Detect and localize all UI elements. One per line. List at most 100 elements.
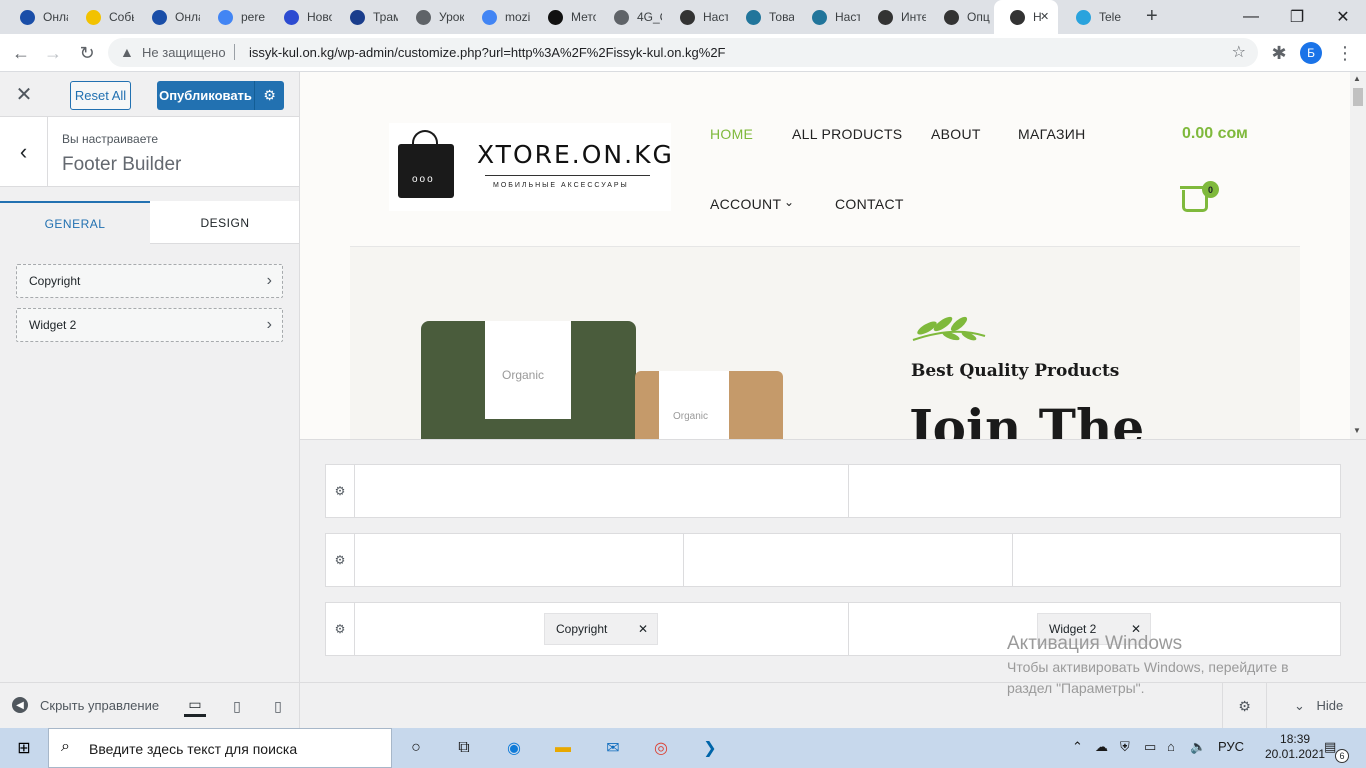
volume-icon[interactable]: 🔈 xyxy=(1190,739,1206,755)
star-icon[interactable]: ☆ xyxy=(1232,42,1246,62)
site-icon xyxy=(1010,10,1025,25)
onedrive-cloud-icon[interactable]: ☁ xyxy=(1095,739,1108,755)
nav-home[interactable]: HOME xyxy=(710,126,753,142)
row-settings-gear-icon[interactable]: ⚙ xyxy=(326,603,355,655)
tablet-preview-icon[interactable]: ▯ xyxy=(226,695,248,717)
task-view-icon[interactable]: ⧉ xyxy=(452,736,476,760)
minimize-button[interactable]: — xyxy=(1228,0,1274,34)
browser-tab[interactable]: Трам xyxy=(334,0,398,34)
preview-scrollbar[interactable]: ▲ ▼ xyxy=(1350,72,1366,439)
close-tab-icon[interactable]: ✕ xyxy=(1040,10,1049,23)
forward-arrow-icon[interactable]: → xyxy=(40,40,66,66)
browser-tab[interactable]: Наст xyxy=(796,0,860,34)
publish-button[interactable]: Опубликовать xyxy=(157,81,254,110)
profile-avatar[interactable]: Б xyxy=(1300,42,1322,64)
builder-cell[interactable] xyxy=(684,534,1013,586)
new-tab-button[interactable]: + xyxy=(1146,5,1158,28)
address-bar[interactable]: ▲ Не защищено issyk-kul.on.kg/wp-admin/c… xyxy=(108,38,1258,67)
menu-kebab-icon[interactable]: ⋮ xyxy=(1332,40,1358,66)
nav-all-products[interactable]: ALL PRODUCTS xyxy=(792,126,902,142)
chevron-down-icon[interactable]: ⌄ xyxy=(784,195,794,209)
publish-settings-gear-icon[interactable]: ⚙ xyxy=(254,81,284,110)
nav-contact[interactable]: CONTACT xyxy=(835,196,904,212)
url-text[interactable]: issyk-kul.on.kg/wp-admin/customize.php?u… xyxy=(249,45,726,60)
browser-tab[interactable]: Онла xyxy=(136,0,200,34)
browser-tab[interactable]: mozi xyxy=(466,0,530,34)
customizer-sidebar: ✕ Reset All Опубликовать ⚙ ‹ Вы настраив… xyxy=(0,72,300,682)
network-icon[interactable]: ⌂ xyxy=(1167,739,1175,754)
builder-cell[interactable] xyxy=(1013,534,1340,586)
security-shield-icon[interactable]: ⛨ xyxy=(1120,739,1130,755)
tab-title: Това xyxy=(769,10,794,24)
chip-label: Copyright xyxy=(556,622,608,636)
hide-controls-button[interactable]: ◀ Скрыть управление xyxy=(12,697,159,713)
browser-tab[interactable]: pere xyxy=(202,0,266,34)
builder-cell[interactable] xyxy=(355,465,849,517)
cart-total[interactable]: 0.00 сом xyxy=(1182,125,1248,143)
row-settings-gear-icon[interactable]: ⚙ xyxy=(326,465,355,517)
cortana-circle-icon[interactable]: ○ xyxy=(404,736,428,760)
browser-tab[interactable]: Tele xyxy=(1060,0,1124,34)
windows-start-icon[interactable]: ⊞ xyxy=(0,728,48,768)
browser-tab[interactable]: Мето xyxy=(532,0,596,34)
nav-account[interactable]: ACCOUNT xyxy=(710,196,781,212)
file-explorer-icon[interactable]: ▬ xyxy=(551,736,575,760)
tab-general[interactable]: GENERAL xyxy=(0,201,150,244)
builder-cell[interactable]: Copyright ✕ xyxy=(355,603,849,655)
clock[interactable]: 18:39 20.01.2021 xyxy=(1265,732,1325,762)
warning-triangle-icon[interactable]: ▲ xyxy=(120,44,134,60)
taskbar-search[interactable]: ⌕ Введите здесь текст для поиска xyxy=(48,728,392,768)
scroll-down-arrow-icon[interactable]: ▼ xyxy=(1353,426,1361,435)
reset-all-button[interactable]: Reset All xyxy=(70,81,131,110)
mobile-preview-icon[interactable]: ▯ xyxy=(267,695,289,717)
language-indicator[interactable]: РУС xyxy=(1218,739,1244,754)
sidebar-item-label: Copyright xyxy=(29,274,81,288)
close-window-button[interactable]: ✕ xyxy=(1320,0,1366,34)
site-preview[interactable]: ooo XTORE.ON.KG МОБИЛЬНЫЕ АКСЕССУАРЫ HOM… xyxy=(300,72,1366,439)
browser-tab[interactable]: Ново xyxy=(268,0,332,34)
sidebar-item-widget-2[interactable]: Widget 2 › xyxy=(16,308,283,342)
browser-tab[interactable]: Инте xyxy=(862,0,926,34)
back-chevron-icon[interactable]: ‹ xyxy=(0,117,48,187)
battery-icon[interactable]: ▭ xyxy=(1144,739,1156,755)
browser-tab[interactable]: Това xyxy=(730,0,794,34)
back-arrow-icon[interactable]: ← xyxy=(8,40,34,66)
browser-tab[interactable]: Опц xyxy=(928,0,992,34)
browser-tab[interactable]: Наст xyxy=(664,0,728,34)
builder-row-top: ⚙ xyxy=(325,464,1341,518)
browser-tab[interactable]: Урок xyxy=(400,0,464,34)
section-header: ‹ Вы настраиваете Footer Builder xyxy=(0,117,299,187)
browser-tab[interactable]: Н ✕ xyxy=(994,0,1058,34)
tray-chevron-up-icon[interactable]: ⌃ xyxy=(1072,739,1083,755)
close-icon[interactable]: ✕ xyxy=(0,72,48,117)
wordpress-icon xyxy=(746,10,761,25)
nav-about[interactable]: ABOUT xyxy=(931,126,981,142)
vscode-icon[interactable]: ❯ xyxy=(698,736,722,760)
security-label[interactable]: Не защищено xyxy=(142,45,226,60)
tab-design[interactable]: DESIGN xyxy=(150,201,300,244)
logo-text[interactable]: XTORE.ON.KG xyxy=(477,140,674,169)
reload-icon[interactable]: ↻ xyxy=(74,40,100,66)
nav-shop[interactable]: МАГАЗИН xyxy=(1018,126,1086,142)
hide-builder-button[interactable]: ⌄ Hide xyxy=(1294,698,1343,714)
remove-x-icon[interactable]: ✕ xyxy=(638,622,648,636)
desktop-preview-icon[interactable]: ▭ xyxy=(184,695,206,717)
edge-browser-icon[interactable]: ◉ xyxy=(502,736,526,760)
scrollbar-thumb[interactable] xyxy=(1353,88,1363,106)
maximize-button[interactable]: ❐ xyxy=(1274,0,1320,34)
scroll-up-arrow-icon[interactable]: ▲ xyxy=(1353,74,1361,83)
copyright-chip[interactable]: Copyright ✕ xyxy=(544,613,658,645)
browser-tab[interactable]: Онла xyxy=(4,0,68,34)
builder-cell[interactable] xyxy=(355,534,684,586)
collapse-arrow-icon: ◀ xyxy=(12,697,28,713)
activation-title: Активация Windows xyxy=(1007,633,1183,654)
browser-tab[interactable]: 4G_C xyxy=(598,0,662,34)
extensions-puzzle-icon[interactable]: ✱ xyxy=(1266,40,1292,66)
sidebar-item-copyright[interactable]: Copyright › xyxy=(16,264,283,298)
panel-tabs: GENERAL DESIGN xyxy=(0,201,299,244)
row-settings-gear-icon[interactable]: ⚙ xyxy=(326,534,355,586)
browser-tab[interactable]: Собы xyxy=(70,0,134,34)
chrome-icon[interactable]: ◎ xyxy=(649,736,673,760)
mail-icon[interactable]: ✉ xyxy=(601,736,625,760)
builder-cell[interactable] xyxy=(849,465,1340,517)
